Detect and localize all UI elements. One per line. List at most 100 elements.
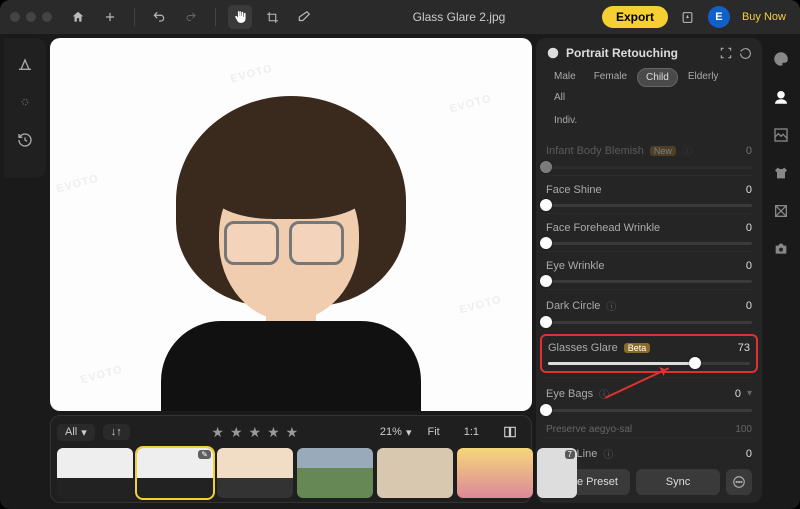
param-value: 0 <box>735 388 741 400</box>
segment-child[interactable]: Child <box>637 68 678 87</box>
traffic-min[interactable] <box>26 12 36 22</box>
thumbnail[interactable] <box>217 448 293 498</box>
slider-knob[interactable] <box>540 316 552 328</box>
more-options-icon[interactable] <box>726 469 752 495</box>
chevron-down-icon: ▾ <box>81 426 87 439</box>
background-icon[interactable] <box>770 124 792 146</box>
buy-now-button[interactable]: Buy Now <box>738 9 790 25</box>
param-eye-wrinkle: Eye Wrinkle0 <box>546 251 752 289</box>
info-icon[interactable]: ⓘ <box>603 446 613 461</box>
layout-toggle-icon[interactable] <box>495 423 525 441</box>
undo-icon[interactable] <box>147 5 171 29</box>
export-settings-icon[interactable] <box>676 5 700 29</box>
reset-icon[interactable] <box>739 47 752 60</box>
avatar[interactable]: E <box>708 6 730 28</box>
param-label: Glasses Glare <box>548 342 618 354</box>
slider-knob[interactable] <box>540 199 552 211</box>
slider[interactable] <box>546 166 752 169</box>
chevron-down-icon[interactable]: ▾ <box>747 388 752 399</box>
left-toolbar <box>4 38 46 178</box>
edit-badge-icon: ✎ <box>198 450 211 459</box>
face-icon <box>546 46 560 60</box>
info-icon[interactable]: ⓘ <box>682 143 692 158</box>
star-icon[interactable]: ★ <box>267 424 280 441</box>
slider[interactable] <box>546 409 752 412</box>
param-label: Face Shine <box>546 184 602 196</box>
home-icon[interactable] <box>66 5 90 29</box>
star-icon[interactable]: ★ <box>286 424 299 441</box>
panel-title: Portrait Retouching <box>566 46 678 60</box>
filmstrip-filter[interactable]: All ▾ <box>57 424 95 441</box>
eraser-tool-icon[interactable] <box>292 5 316 29</box>
traffic-max[interactable] <box>42 12 52 22</box>
param-infant-body-blemish: Infant Body BlemishNewⓘ0 <box>546 135 752 175</box>
face-detect-icon[interactable] <box>719 46 733 60</box>
param-glasses-glare: Glasses GlareBeta73 <box>540 334 758 373</box>
info-icon[interactable]: ⓘ <box>599 386 609 401</box>
thumbnail[interactable] <box>57 448 133 498</box>
right-panel: Portrait Retouching MaleFemaleChildElder… <box>536 38 762 503</box>
thumbnails: ✎ 7 <box>57 444 525 498</box>
clothing-icon[interactable] <box>770 162 792 184</box>
slider-knob[interactable] <box>540 404 552 416</box>
param-value: 0 <box>746 222 752 234</box>
thumbnail[interactable] <box>297 448 373 498</box>
history-icon[interactable] <box>11 126 39 154</box>
segment-male[interactable]: Male <box>546 68 584 87</box>
hand-tool-icon[interactable] <box>228 5 252 29</box>
crop-category-icon[interactable] <box>770 200 792 222</box>
thumbnail[interactable]: ✎ <box>137 448 213 498</box>
slider-knob[interactable] <box>540 161 552 173</box>
rating-stars[interactable]: ★ ★ ★ ★ ★ <box>138 424 372 441</box>
canvas[interactable]: EVOTO EVOTO EVOTO EVOTO EVOTO <box>50 38 532 411</box>
slider[interactable] <box>546 280 752 283</box>
param-value: 0 <box>746 184 752 196</box>
crop-tool-icon[interactable] <box>260 5 284 29</box>
star-icon[interactable]: ★ <box>249 424 262 441</box>
segment-female[interactable]: Female <box>586 68 635 87</box>
star-icon[interactable]: ★ <box>211 424 224 441</box>
filename-label: Glass Glare 2.jpg <box>324 10 594 24</box>
camera-icon[interactable] <box>770 238 792 260</box>
sub-param-preserve-aegyo-sal: Preserve aegyo-sal100 <box>546 418 752 437</box>
info-icon[interactable]: ⓘ <box>606 298 616 313</box>
thumbnail[interactable] <box>377 448 453 498</box>
ratio-button[interactable]: 1:1 <box>456 424 487 440</box>
segment-elderly[interactable]: Elderly <box>680 68 727 87</box>
param-dark-circle: Dark Circleⓘ0 <box>546 289 752 330</box>
param-eye-bags: Eye Bagsⓘ0▾ <box>546 377 752 418</box>
slider[interactable] <box>546 204 752 207</box>
slider-knob[interactable] <box>540 237 552 249</box>
window-traffic-lights <box>10 12 52 22</box>
param-value: 0 <box>746 300 752 312</box>
filmstrip-sort[interactable]: ↓↑ <box>103 424 130 440</box>
star-icon[interactable]: ★ <box>230 424 243 441</box>
indiv-button[interactable]: Indiv. <box>546 112 585 129</box>
slider-knob[interactable] <box>689 357 701 369</box>
fit-button[interactable]: Fit <box>419 424 447 440</box>
histogram-icon[interactable] <box>11 50 39 78</box>
slider-knob[interactable] <box>540 275 552 287</box>
add-icon[interactable] <box>98 5 122 29</box>
param-label: Eye Wrinkle <box>546 260 604 272</box>
zoom-dropdown[interactable]: 21% ▾ <box>380 426 412 439</box>
segment-all[interactable]: All <box>546 89 573 106</box>
topbar: Glass Glare 2.jpg Export E Buy Now <box>0 0 800 34</box>
tag-badge: New <box>650 146 676 156</box>
slider[interactable] <box>546 321 752 324</box>
param-face-shine: Face Shine 0 <box>546 175 752 213</box>
thumbnail[interactable] <box>457 448 533 498</box>
traffic-close[interactable] <box>10 12 20 22</box>
thumbnail[interactable]: 7 <box>537 448 577 498</box>
export-button[interactable]: Export <box>602 6 668 28</box>
portrait-category-icon[interactable] <box>770 86 792 108</box>
portrait-image <box>121 71 461 411</box>
redo-icon[interactable] <box>179 5 203 29</box>
palette-icon[interactable] <box>770 48 792 70</box>
slider[interactable] <box>546 242 752 245</box>
gender-segments: MaleFemaleChildElderly All <box>536 68 762 112</box>
slider[interactable] <box>548 362 750 365</box>
param-label: Face Forehead Wrinkle <box>546 222 660 234</box>
sync-button[interactable]: Sync <box>636 469 720 495</box>
compare-icon[interactable] <box>11 88 39 116</box>
